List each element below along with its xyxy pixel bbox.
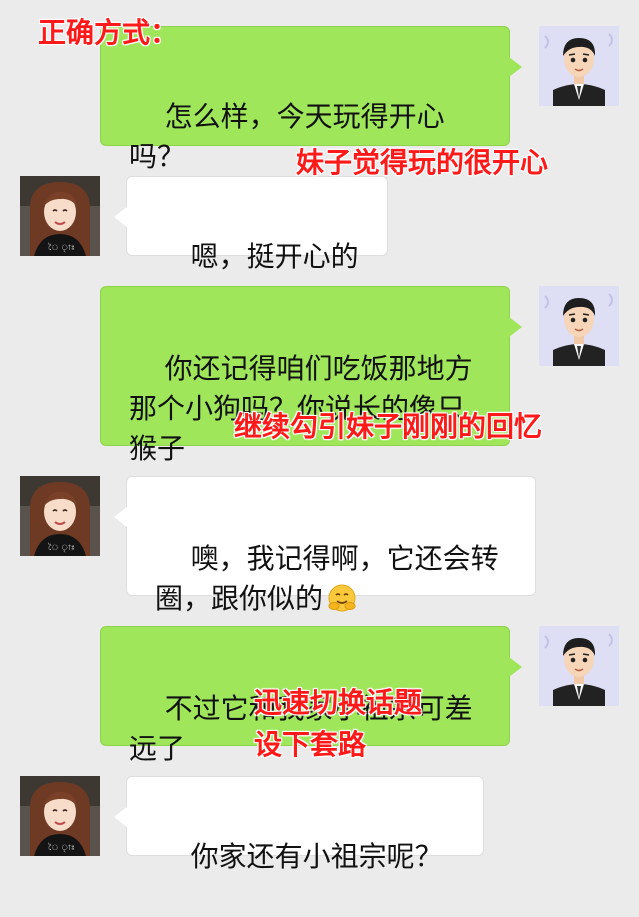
cartoon-man-avatar-icon [539, 26, 619, 106]
male-avatar[interactable] [539, 286, 619, 366]
female-avatar[interactable] [20, 776, 100, 856]
male-avatar[interactable] [539, 626, 619, 706]
annotation-switch-topic: 迅速切换话题 [254, 686, 423, 719]
girl-photo-avatar-icon [20, 476, 100, 556]
female-avatar[interactable] [20, 476, 100, 556]
chat-bubble-incoming[interactable]: 噢，我记得啊，它还会转圈，跟你似的 [114, 476, 536, 615]
message-text: 嗯，挺开心的 [190, 240, 359, 273]
annotation-recall-memory: 继续勾引妹子刚刚的回忆 [234, 410, 543, 443]
chat-area: 怎么样，今天玩得开心吗？ 嗯，挺开心的 你还记得咱们吃饭那地方那个小狗吗？你说长… [0, 0, 639, 880]
annotation-set-trap: 设下套路 [254, 728, 367, 761]
cartoon-man-avatar-icon [539, 286, 619, 366]
message-text: 你家还有小祖宗呢？ [190, 840, 443, 873]
girl-photo-avatar-icon [20, 176, 100, 256]
cartoon-man-avatar-icon [539, 626, 619, 706]
message-text: 你还记得咱们吃饭那地方那个小狗吗？你说长的像只猴子 [129, 352, 473, 465]
annotation-correct-way: 正确方式： [38, 16, 179, 49]
male-avatar[interactable] [539, 26, 619, 106]
female-avatar[interactable] [20, 176, 100, 256]
hugging-face-emoji-icon [328, 584, 356, 612]
chat-bubble-incoming[interactable]: 你家还有小祖宗呢？ [114, 776, 484, 873]
girl-photo-avatar-icon [20, 776, 100, 856]
chat-bubble-incoming[interactable]: 嗯，挺开心的 [114, 176, 388, 273]
annotation-she-had-fun: 妹子觉得玩的很开心 [296, 146, 549, 179]
